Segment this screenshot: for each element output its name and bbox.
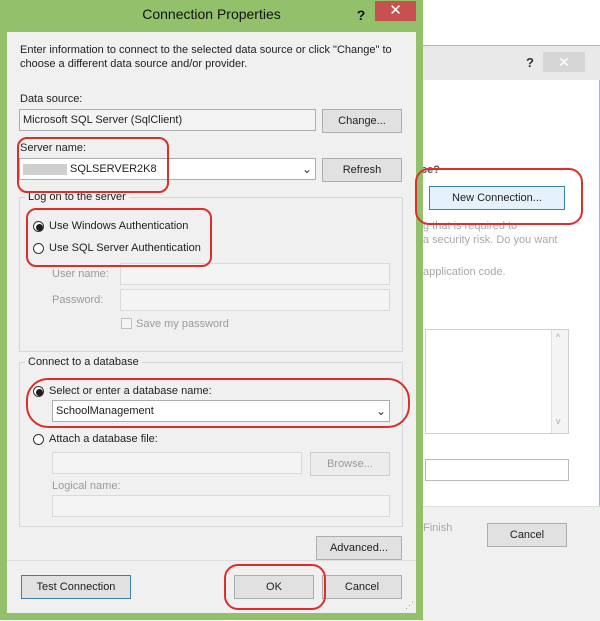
dialog-description: Enter information to connect to the sele… xyxy=(20,44,392,70)
background-footer: Finish Cancel xyxy=(419,506,600,621)
password-label: Password: xyxy=(52,294,104,306)
close-button[interactable]: ✕ xyxy=(375,1,416,21)
connection-properties-dialog: Connection Properties ? ✕ Enter informat… xyxy=(0,0,423,620)
dialog-body: Enter information to connect to the sele… xyxy=(7,32,416,613)
background-text-line-2: a security risk. Do you want xyxy=(423,234,558,246)
password-input[interactable] xyxy=(120,289,390,311)
background-scrollbar[interactable]: ^ v xyxy=(551,330,568,433)
scroll-down-icon[interactable]: v xyxy=(556,416,561,426)
test-connection-button[interactable]: Test Connection xyxy=(21,575,131,599)
background-text-line-3: application code. xyxy=(423,266,506,278)
refresh-button[interactable]: Refresh xyxy=(322,158,402,182)
annotation-ok xyxy=(224,564,326,610)
user-name-label: User name: xyxy=(52,268,109,280)
finish-button[interactable]: Finish xyxy=(423,522,452,534)
save-password-checkbox[interactable] xyxy=(121,318,132,329)
advanced-button[interactable]: Advanced... xyxy=(316,536,402,560)
chevron-down-icon[interactable]: ⌄ xyxy=(302,162,312,176)
resize-grip-icon[interactable]: ⋰ xyxy=(405,600,414,611)
annotation-windows-auth xyxy=(26,208,212,267)
background-close-button[interactable]: ✕ xyxy=(543,52,585,72)
data-source-field: Microsoft SQL Server (SqlClient) xyxy=(19,109,316,131)
attach-file-radio[interactable] xyxy=(33,434,44,445)
save-password-label[interactable]: Save my password xyxy=(136,318,229,330)
background-name-input[interactable] xyxy=(425,459,569,481)
browse-button[interactable]: Browse... xyxy=(310,452,390,476)
attach-file-label[interactable]: Attach a database file: xyxy=(49,433,158,445)
change-button[interactable]: Change... xyxy=(322,109,402,133)
database-file-input[interactable] xyxy=(52,452,302,474)
annotation-server-name xyxy=(17,137,169,193)
scroll-up-icon[interactable]: ^ xyxy=(556,332,560,342)
data-source-value: Microsoft SQL Server (SqlClient) xyxy=(23,114,183,126)
background-help-button[interactable]: ? xyxy=(519,53,541,73)
background-connection-string-box[interactable] xyxy=(425,329,569,434)
help-button[interactable]: ? xyxy=(350,4,372,26)
database-group-title: Connect to a database xyxy=(25,356,142,368)
cancel-button[interactable]: Cancel xyxy=(322,575,402,599)
background-cancel-button[interactable]: Cancel xyxy=(487,523,567,547)
annotation-database-name xyxy=(26,378,410,428)
footer-divider xyxy=(7,560,416,561)
background-wizard-window: ? ✕ ce? New Connection... g that is requ… xyxy=(418,45,600,621)
logical-name-label: Logical name: xyxy=(52,480,121,492)
annotation-new-connection xyxy=(415,168,583,225)
data-source-label: Data source: xyxy=(20,93,83,105)
logical-name-input[interactable] xyxy=(52,495,390,517)
